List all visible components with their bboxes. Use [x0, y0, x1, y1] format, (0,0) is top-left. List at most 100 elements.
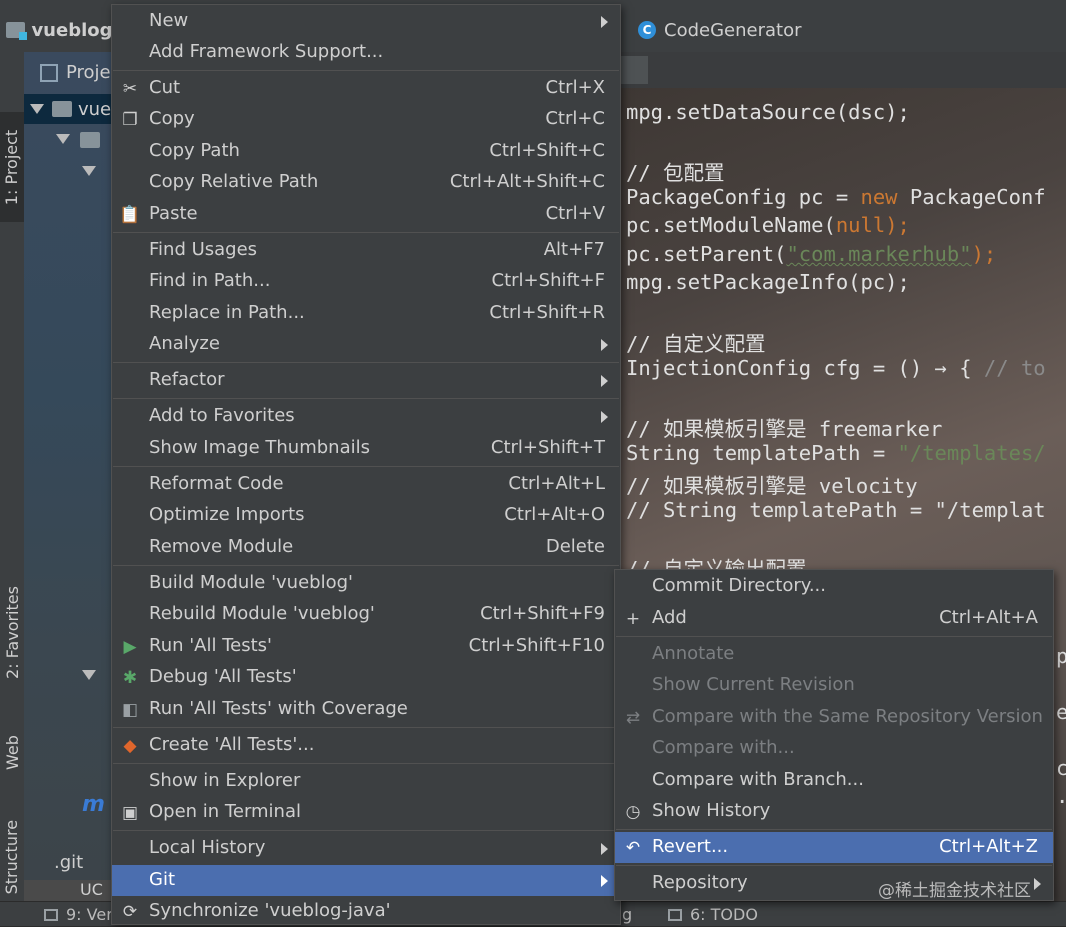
tool-window-log-tab[interactable]: g [622, 905, 632, 924]
module-folder-icon [52, 101, 72, 117]
submenu-arrow-icon [601, 16, 608, 28]
revert-icon: ↶ [625, 838, 641, 858]
menu-item-compare-with-branch[interactable]: Compare with Branch... [615, 765, 1053, 796]
editor-tab-strip [620, 52, 1066, 88]
menu-separator [113, 398, 619, 399]
menu-item-add[interactable]: + Add Ctrl+Alt+A [615, 603, 1053, 634]
code-fragment: p [1056, 644, 1066, 668]
menu-item-replace-in-path[interactable]: Replace in Path... Ctrl+Shift+R [112, 298, 620, 329]
tool-window-favorites-tab[interactable]: 2: Favorites [0, 572, 24, 692]
menu-item-open-in-terminal[interactable]: ▣ Open in Terminal [112, 797, 620, 828]
menu-item-copy-path[interactable]: Copy Path Ctrl+Shift+C [112, 136, 620, 167]
debug-icon: ✱ [122, 668, 138, 688]
menu-item-show-image-thumbnails[interactable]: Show Image Thumbnails Ctrl+Shift+T [112, 433, 620, 464]
expand-arrow-icon[interactable] [82, 670, 96, 680]
sync-icon: ⟳ [122, 902, 138, 922]
watermark: @稀土掘金技术社区 [878, 881, 1031, 901]
menu-item-copy[interactable]: ❐ Copy Ctrl+C [112, 104, 620, 135]
menu-item-paste[interactable]: 📋 Paste Ctrl+V [112, 199, 620, 230]
code-line: pc.setParent("com.markerhub"); [626, 242, 997, 266]
code-line: String templatePath = "/templates/ [626, 441, 1046, 465]
code-fragment: c [1056, 756, 1066, 780]
menu-item-optimize-imports[interactable]: Optimize Imports Ctrl+Alt+O [112, 500, 620, 531]
menu-item-run-with-coverage[interactable]: ◧ Run 'All Tests' with Coverage [112, 694, 620, 725]
project-tool-window: Proje vue m .git UC [24, 52, 114, 902]
code-line: mpg.setPackageInfo(pc); [626, 270, 910, 294]
project-view-header[interactable]: Proje [40, 62, 111, 83]
menu-item-build-module[interactable]: Build Module 'vueblog' [112, 568, 620, 599]
submenu-arrow-icon [601, 375, 608, 387]
version-control-icon [44, 908, 58, 921]
menu-item-commit-directory[interactable]: Commit Directory... [615, 571, 1053, 602]
run-icon: ▶ [123, 637, 137, 657]
code-line: // 如果模板引擎是 velocity [626, 474, 918, 498]
menu-item-new[interactable]: New [112, 6, 620, 37]
menu-item-synchronize[interactable]: ⟳ Synchronize 'vueblog-java' [112, 896, 620, 927]
menu-item-analyze[interactable]: Analyze [112, 329, 620, 360]
todo-list-icon [668, 908, 682, 921]
expand-arrow-icon[interactable] [82, 166, 96, 176]
menu-item-copy-relative-path[interactable]: Copy Relative Path Ctrl+Alt+Shift+C [112, 167, 620, 198]
menu-item-remove-module[interactable]: Remove Module Delete [112, 532, 620, 563]
expand-arrow-icon[interactable] [56, 134, 70, 144]
menu-item-local-history[interactable]: Local History [112, 833, 620, 864]
menu-item-cut[interactable]: ✂ Cut Ctrl+X [112, 73, 620, 104]
editor-tab-codegenerator[interactable]: CodeGenerator [664, 20, 802, 41]
create-test-icon: ◆ [123, 736, 137, 756]
menu-separator [113, 466, 619, 467]
menu-item-rebuild-module[interactable]: Rebuild Module 'vueblog' Ctrl+Shift+F9 [112, 599, 620, 630]
copy-icon: ❐ [122, 110, 138, 130]
code-line: pc.setModuleName(null); [626, 213, 910, 237]
menu-item-reformat-code[interactable]: Reformat Code Ctrl+Alt+L [112, 469, 620, 500]
menu-item-debug-all-tests[interactable]: ✱ Debug 'All Tests' [112, 662, 620, 693]
submenu-arrow-icon [601, 875, 608, 887]
module-folder-icon [6, 22, 28, 40]
folder-icon [80, 132, 100, 148]
code-line: mpg.setDataSource(dsc); [626, 100, 910, 124]
plus-icon: + [625, 609, 641, 629]
menu-item-show-in-explorer[interactable]: Show in Explorer [112, 766, 620, 797]
editor-tab-bar: C CodeGenerator [620, 8, 1066, 52]
tool-window-project-tab[interactable]: 1: Project [0, 112, 24, 222]
history-icon: ◷ [625, 802, 641, 822]
compare-icon: ⇄ [625, 708, 641, 728]
paste-icon: 📋 [119, 205, 141, 225]
menu-item-compare-with: Compare with... [652, 737, 795, 758]
menu-separator [113, 830, 619, 831]
menu-item-compare-same-repository-version: ⇄ Compare with the Same Repository Versio… [615, 702, 1053, 733]
code-line: InjectionConfig cfg = () → { // to [626, 356, 1046, 380]
menu-separator [113, 70, 619, 71]
menu-item-refactor[interactable]: Refactor [112, 365, 620, 396]
menu-separator [616, 829, 1052, 830]
tool-window-web-tab[interactable]: Web [0, 712, 24, 792]
code-fragment: e [1056, 700, 1066, 724]
submenu-arrow-icon [601, 843, 608, 855]
code-line: // 自定义配置 [626, 332, 766, 356]
menu-item-find-usages[interactable]: Find Usages Alt+F7 [112, 235, 620, 266]
project-view-icon [40, 63, 58, 82]
git-submenu: Commit Directory... + Add Ctrl+Alt+A Annot… [614, 569, 1054, 901]
close-tab-icon[interactable] [620, 56, 648, 84]
menu-item-find-in-path[interactable]: Find in Path... Ctrl+Shift+F [112, 266, 620, 297]
menu-item-git[interactable]: Git [112, 865, 620, 896]
expand-arrow-icon[interactable] [30, 104, 44, 114]
coverage-icon: ◧ [121, 700, 139, 720]
menu-item-add-to-favorites[interactable]: Add to Favorites [112, 401, 620, 432]
tool-window-version-control-tab[interactable]: 9: Ver [44, 905, 113, 924]
terminal-icon: ▣ [121, 803, 139, 823]
menu-separator [113, 763, 619, 764]
menu-separator [113, 232, 619, 233]
menu-item-revert[interactable]: ↶ Revert... Ctrl+Alt+Z [615, 832, 1053, 863]
navigation-breadcrumb[interactable]: vueblog- [0, 8, 120, 52]
menu-separator [113, 565, 619, 566]
menu-item-add-framework-support[interactable]: Add Framework Support... [112, 37, 620, 68]
tree-item-git-file[interactable]: .git [54, 852, 83, 873]
menu-item-run-all-tests[interactable]: ▶ Run 'All Tests' Ctrl+Shift+F10 [112, 631, 620, 662]
scissors-icon: ✂ [122, 79, 138, 99]
menu-item-show-history[interactable]: ◷ Show History [615, 796, 1053, 827]
menu-item-create-all-tests[interactable]: ◆ Create 'All Tests'... [112, 730, 620, 761]
code-line: // String templatePath = "/templat [626, 498, 1046, 522]
tree-row-project-root[interactable]: vue [24, 94, 114, 124]
tool-window-todo-tab[interactable]: 6: TODO [668, 905, 758, 924]
tree-item-uc-file[interactable]: UC [24, 880, 114, 902]
